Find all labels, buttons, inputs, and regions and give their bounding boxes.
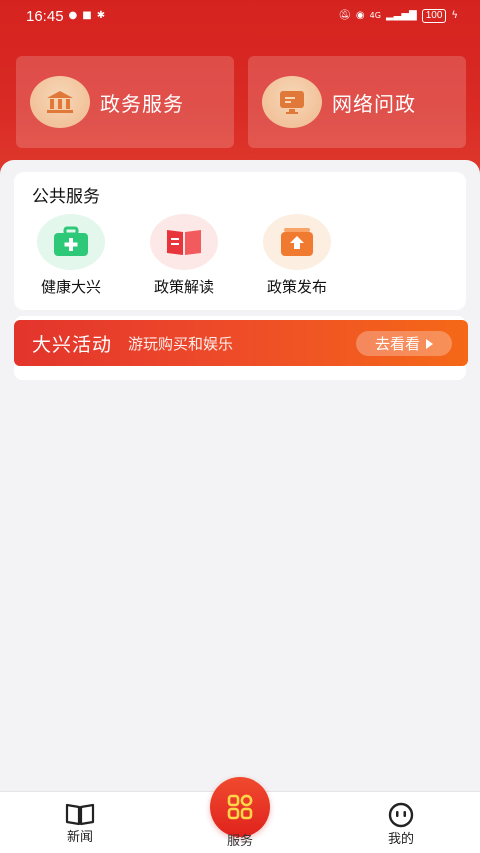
battery-level: 100 [421,9,447,23]
hotspot-icon: ◉ [355,10,365,21]
signal-icon: ▂▃▅▇ [385,10,417,21]
face-icon [388,802,414,828]
public-services-card: 公共服务 健康大兴 政策解读 政策发布 [14,172,466,310]
banner-subtitle: 游玩购买和娱乐 [128,334,234,353]
nav-service-button[interactable] [210,777,270,837]
online-inquiry-label: 网络问政 [332,91,416,116]
open-book-icon [150,214,218,270]
top-cards: 政务服务 网络问政 [16,56,466,148]
service-label: 政策发布 [266,278,327,296]
notification-icon: ● [68,10,78,21]
nav-mine[interactable]: 我的 [361,802,441,847]
section-title: 公共服务 [32,187,100,207]
nav-news[interactable]: 新闻 [40,802,120,845]
play-arrow-icon [426,338,433,349]
daxing-activity-banner[interactable]: 大兴活动 游玩购买和娱乐 去看看 [14,320,468,366]
service-label: 健康大兴 [40,278,101,296]
nav-service-label: 服务 [226,834,253,849]
service-policy-interpretation[interactable]: 政策解读 [139,214,229,297]
online-inquiry-card[interactable]: 网络问政 [248,56,466,148]
go-see-label: 去看看 [374,335,420,353]
bluetooth-icon: ✱ [96,10,106,21]
network-type: 4G [369,11,381,20]
service-policy-release[interactable]: 政策发布 [252,214,342,297]
banner-title: 大兴活动 [32,333,113,356]
service-health-daxing[interactable]: 健康大兴 [26,214,116,297]
status-time: 16:45 [26,7,64,25]
government-service-label: 政务服务 [100,91,184,116]
upload-box-icon [263,214,331,270]
nav-mine-label: 我的 [387,832,414,847]
monitor-message-icon [262,76,322,128]
go-see-button[interactable]: 去看看 [356,331,452,356]
government-building-icon [30,76,90,128]
government-service-card[interactable]: 政务服务 [16,56,234,148]
book-icon [65,803,95,826]
charging-icon: ϟ [451,10,458,21]
status-bar: 16:45 ● ■ ✱ 🔕︎ ◉ 4G ▂▃▅▇ 100 ϟ [0,0,480,32]
nav-news-label: 新闻 [66,830,93,845]
medical-kit-icon [37,214,105,270]
app-icon: ■ [82,10,92,21]
grid-apps-icon [227,794,253,820]
service-label: 政策解读 [153,278,214,296]
mute-icon: 🔕︎ [338,10,351,21]
